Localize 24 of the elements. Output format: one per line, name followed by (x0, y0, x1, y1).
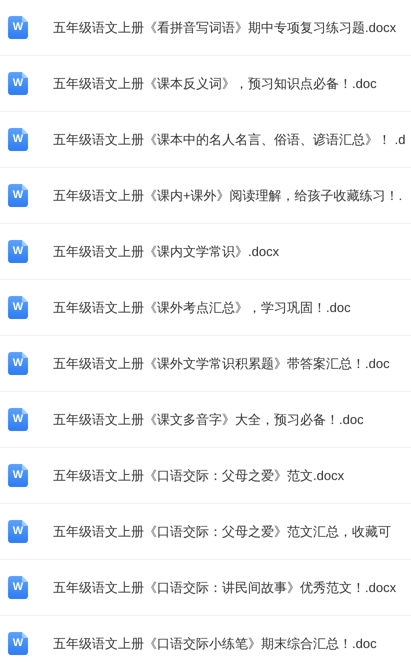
file-name[interactable]: 五年级语文上册《口语交际：讲民间故事》优秀范文！.docx (53, 578, 396, 596)
file-name[interactable]: 五年级语文上册《课外文学常识积累题》带答案汇总！.doc (53, 354, 390, 372)
word-document-icon: W (8, 464, 28, 487)
file-name[interactable]: 五年级语文上册《课外考点汇总》，学习巩固！.doc (53, 298, 351, 316)
word-document-icon: W (8, 184, 28, 207)
word-document-icon: W (8, 352, 28, 375)
word-document-icon: W (8, 128, 28, 151)
word-document-icon: W (8, 520, 28, 543)
word-document-icon: W (8, 72, 28, 95)
word-document-icon: W (8, 576, 28, 599)
file-name[interactable]: 五年级语文上册《看拼音写词语》期中专项复习练习题.docx (53, 18, 396, 36)
file-name[interactable]: 五年级语文上册《课内文学常识》.docx (53, 242, 280, 260)
word-document-icon: W (8, 296, 28, 319)
file-name[interactable]: 五年级语文上册《课文多音字》大全，预习必备！.doc (53, 410, 364, 428)
word-document-icon: W (8, 240, 28, 263)
file-name[interactable]: 五年级语文上册《口语交际：父母之爱》范文汇总，收藏可 (53, 522, 391, 540)
word-document-icon: W (8, 408, 28, 431)
file-name[interactable]: 五年级语文上册《口语交际：父母之爱》范文.docx (53, 466, 344, 484)
word-document-icon: W (8, 16, 28, 39)
file-name[interactable]: 五年级语文上册《课本中的名人名言、俗语、谚语汇总》！ .d (53, 130, 406, 148)
file-name[interactable]: 五年级语文上册《口语交际小练笔》期末综合汇总！.doc (53, 634, 377, 652)
file-name[interactable]: 五年级语文上册《课内+课外》阅读理解，给孩子收藏练习！. (53, 186, 402, 204)
word-document-icon: W (8, 632, 28, 655)
file-name[interactable]: 五年级语文上册《课本反义词》，预习知识点必备！.doc (53, 74, 377, 92)
